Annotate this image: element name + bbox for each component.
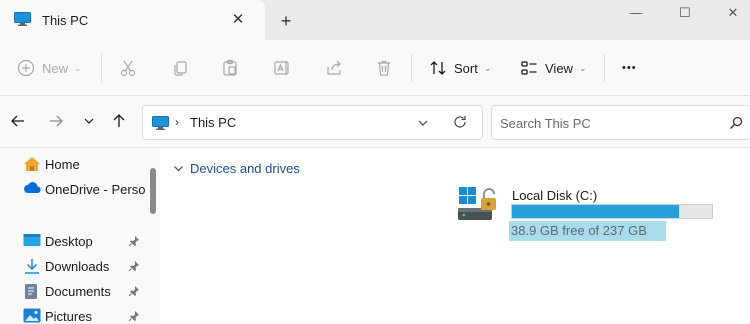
arrow-up-icon <box>113 114 125 127</box>
content-pane: Devices and drives Local Disk (C:) 38.9 … <box>160 148 750 324</box>
pin-icon[interactable] <box>128 235 140 250</box>
nav-item-pictures[interactable]: Pictures <box>0 304 146 324</box>
more-icon: ••• <box>622 62 637 74</box>
breadcrumb-separator[interactable]: › <box>175 115 179 129</box>
copy-icon <box>171 59 189 77</box>
divider <box>411 54 412 82</box>
pin-icon[interactable] <box>128 260 140 275</box>
nav-item-documents[interactable]: Documents <box>0 279 146 303</box>
chevron-down-icon: ⌄ <box>483 62 492 73</box>
drive-usage-fill <box>512 205 680 218</box>
new-label: New <box>42 60 69 76</box>
delete-icon <box>375 59 393 77</box>
rename-button[interactable] <box>273 54 291 82</box>
documents-icon <box>23 283 39 303</box>
drive-windows-lock-icon <box>456 184 506 229</box>
pictures-icon <box>23 308 41 324</box>
view-icon <box>520 59 538 77</box>
delete-button[interactable] <box>375 54 393 82</box>
group-header-label: Devices and drives <box>190 161 300 176</box>
chevron-down-icon: ⌄ <box>578 62 587 73</box>
nav-item-label: Home <box>45 157 80 172</box>
more-options-button[interactable]: ••• <box>622 54 637 82</box>
nav-item-label: OneDrive - Personal <box>45 182 145 197</box>
breadcrumb-this-pc[interactable]: This PC <box>190 115 236 130</box>
monitor-icon <box>14 12 31 26</box>
download-icon <box>23 258 41 277</box>
recent-locations-button[interactable] <box>78 110 100 132</box>
share-icon <box>325 59 343 77</box>
view-button[interactable]: View ⌄ <box>520 54 587 82</box>
pin-icon[interactable] <box>128 310 140 324</box>
divider <box>18 210 143 211</box>
chevron-down-icon: ⌄ <box>74 62 82 73</box>
nav-scrollbar[interactable] <box>150 168 156 214</box>
share-button[interactable] <box>325 54 343 82</box>
desktop-folder-icon <box>23 233 41 251</box>
close-window-button[interactable]: ✕ <box>710 0 750 30</box>
arrow-left-icon <box>11 115 24 127</box>
back-button[interactable] <box>7 110 29 132</box>
chevron-down-icon <box>84 118 94 124</box>
command-bar: New ⌄ Sort ⌄ View ⌄ ••• <box>0 40 750 96</box>
navigation-pane: Home OneDrive - Personal Desktop Downloa… <box>0 148 160 324</box>
drive-free-space: 38.9 GB free of 237 GB <box>509 221 666 241</box>
rename-icon <box>273 59 291 77</box>
drive-usage-bar <box>511 204 713 219</box>
view-label: View <box>545 60 573 76</box>
arrow-right-icon <box>50 115 63 127</box>
up-button[interactable] <box>108 110 130 132</box>
tab-this-pc[interactable]: This PC ✕ <box>0 0 265 40</box>
close-icon[interactable]: ✕ <box>228 10 248 30</box>
plus-circle-icon <box>17 59 35 77</box>
plus-icon[interactable]: + <box>275 10 297 32</box>
search-icon <box>729 116 743 133</box>
refresh-icon <box>454 116 466 128</box>
pin-icon[interactable] <box>128 285 140 300</box>
nav-item-home[interactable]: Home <box>0 152 146 176</box>
nav-item-desktop[interactable]: Desktop <box>0 229 146 253</box>
monitor-icon <box>152 116 169 133</box>
nav-item-onedrive[interactable]: OneDrive - Personal <box>0 177 146 201</box>
maximize-button[interactable]: ☐ <box>662 0 708 30</box>
sort-button[interactable]: Sort ⌄ <box>429 54 491 82</box>
refresh-button[interactable] <box>452 114 468 133</box>
onedrive-icon <box>23 181 42 198</box>
cut-icon <box>119 59 137 77</box>
divider <box>604 54 605 82</box>
search-box[interactable]: Search This PC <box>491 105 750 140</box>
sort-label: Sort <box>454 60 478 76</box>
nav-item-downloads[interactable]: Downloads <box>0 254 146 278</box>
copy-button[interactable] <box>171 54 189 82</box>
address-row: › This PC Search This PC <box>0 96 750 148</box>
chevron-down-icon <box>418 120 428 126</box>
address-history-button[interactable] <box>416 116 430 133</box>
drive-item-c[interactable]: Local Disk (C:) 38.9 GB free of 237 GB <box>456 184 716 242</box>
sort-icon <box>429 59 447 77</box>
paste-icon <box>221 59 239 77</box>
cut-button[interactable] <box>119 54 137 82</box>
group-header-devices[interactable]: Devices and drives <box>173 161 300 176</box>
paste-button[interactable] <box>221 54 239 82</box>
divider <box>101 54 102 82</box>
title-bar: This PC ✕ + — ☐ ✕ <box>0 0 750 40</box>
forward-button[interactable] <box>45 110 67 132</box>
tab-title: This PC <box>42 13 89 28</box>
minimize-button[interactable]: — <box>613 0 659 30</box>
home-icon <box>23 156 41 175</box>
search-placeholder: Search This PC <box>500 116 591 131</box>
new-button[interactable]: New ⌄ <box>17 54 82 82</box>
address-bar[interactable]: › This PC <box>142 105 483 140</box>
chevron-down-icon <box>174 166 183 172</box>
drive-name: Local Disk (C:) <box>512 188 598 203</box>
